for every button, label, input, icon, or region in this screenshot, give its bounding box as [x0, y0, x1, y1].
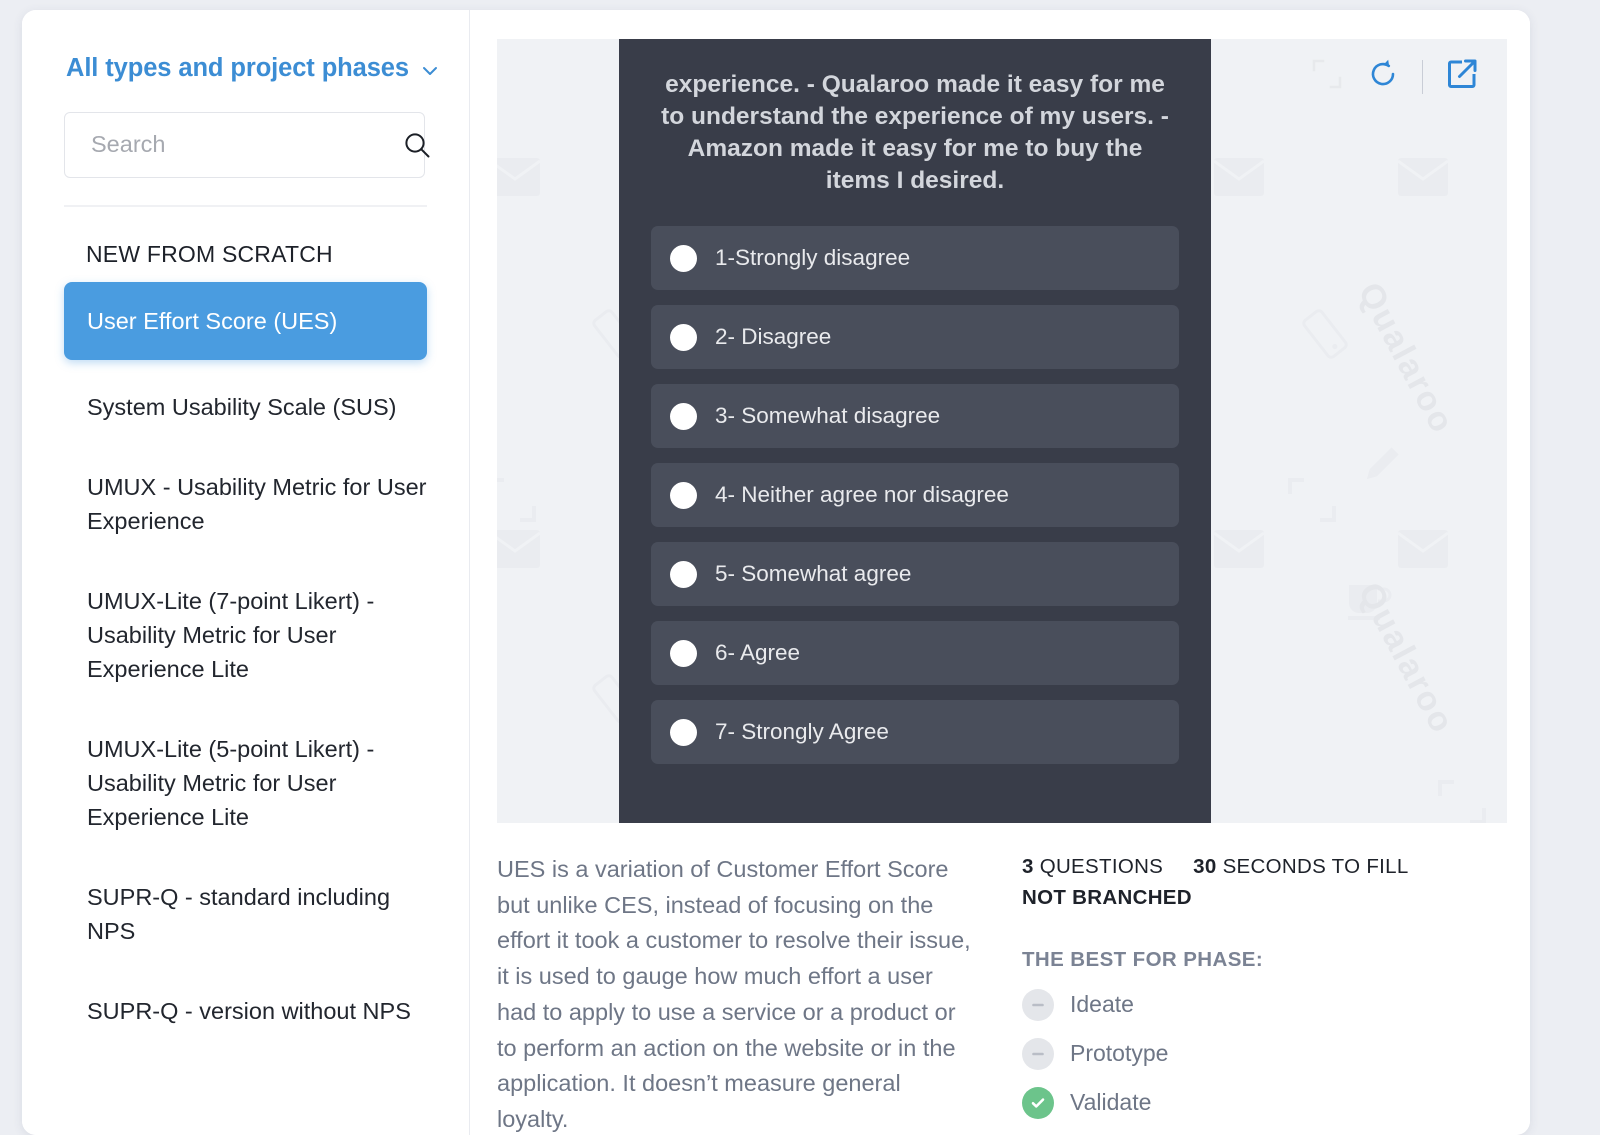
minus-circle-icon: [1022, 1037, 1054, 1070]
phone-watermark-icon: [1295, 304, 1355, 364]
search-input[interactable]: [89, 130, 402, 159]
main-content: Qualaroo Qualaroo experience. - Qualaroo…: [470, 10, 1530, 1135]
radio-button-icon[interactable]: [670, 639, 697, 667]
phase-label: Prototype: [1070, 1040, 1169, 1066]
chevron-down-icon[interactable]: [421, 62, 439, 80]
survey-option-row[interactable]: 5- Somewhat agree: [651, 542, 1179, 607]
phase-list: Ideate Prototype Validate: [1022, 988, 1530, 1119]
template-description: UES is a variation of Customer Effort Sc…: [497, 856, 971, 1133]
survey-option-label: 3- Somewhat disagree: [715, 403, 941, 429]
radio-button-icon[interactable]: [670, 402, 697, 430]
template-list: User Effort Score (UES) System Usability …: [22, 281, 469, 1043]
radio-button-icon[interactable]: [670, 718, 697, 746]
phase-row: Ideate: [1022, 988, 1530, 1021]
survey-option-label: 6- Agree: [715, 640, 801, 666]
corners-watermark-icon: [1287, 477, 1337, 523]
survey-option-row[interactable]: 7- Strongly Agree: [651, 700, 1179, 765]
phase-row: Validate: [1022, 1086, 1530, 1119]
list-item[interactable]: UMUX-Lite (7-point Likert) - Usability M…: [64, 570, 427, 700]
survey-option-row[interactable]: 4- Neither agree nor disagree: [651, 463, 1179, 528]
envelope-watermark-icon: [1397, 529, 1449, 569]
details-section: UES is a variation of Customer Effort Sc…: [470, 830, 1530, 1135]
template-meta: 3 QUESTIONS 30 SECONDS TO FILL NOT BRANC…: [998, 852, 1530, 1135]
survey-question-text: experience. - Qualaroo made it easy for …: [661, 71, 1169, 194]
questions-count: 3: [1022, 855, 1034, 878]
corners-watermark-icon: [497, 477, 537, 523]
minus-circle-icon: [1022, 988, 1054, 1021]
envelope-watermark-icon: [497, 157, 541, 197]
questions-label: QUESTIONS: [1039, 855, 1164, 878]
phase-label: Ideate: [1070, 991, 1134, 1017]
search-box[interactable]: [64, 111, 430, 178]
radio-button-icon[interactable]: [670, 560, 697, 588]
survey-option-label: 7- Strongly Agree: [715, 719, 889, 745]
preview-toolbar: [1310, 57, 1479, 96]
seconds-label: SECONDS TO FILL: [1222, 855, 1409, 878]
list-item[interactable]: System Usability Scale (SUS): [64, 376, 427, 438]
corners-watermark-icon: [1437, 779, 1487, 823]
envelope-watermark-icon: [1213, 157, 1265, 197]
list-item[interactable]: SUPR-Q - version without NPS: [64, 980, 427, 1042]
survey-option-label: 5- Somewhat agree: [715, 561, 912, 587]
radio-button-icon[interactable]: [670, 481, 697, 509]
phase-section-title: THE BEST FOR PHASE:: [1022, 947, 1264, 971]
envelope-watermark-icon: [1397, 157, 1449, 197]
pencil-watermark-icon: [1355, 439, 1407, 491]
envelope-watermark-icon: [1213, 529, 1265, 569]
toolbar-separator: [1422, 59, 1423, 94]
survey-option-label: 1-Strongly disagree: [715, 245, 911, 271]
check-circle-icon: [1022, 1086, 1054, 1119]
open-external-icon[interactable]: [1445, 57, 1479, 96]
app-card: All types and project phases NEW FROM SC…: [22, 10, 1530, 1135]
survey-widget: experience. - Qualaroo made it easy for …: [619, 39, 1211, 823]
brand-watermark-text: Qualaroo: [1350, 576, 1462, 741]
refresh-icon[interactable]: [1366, 57, 1400, 96]
sidebar: All types and project phases NEW FROM SC…: [22, 10, 470, 1135]
survey-option-label: 4- Neither agree nor disagree: [715, 482, 1009, 508]
sidebar-divider: [64, 204, 427, 207]
filter-dropdown[interactable]: All types and project phases: [22, 10, 469, 82]
meta-stats: 3 QUESTIONS 30 SECONDS TO FILL NOT BRANC…: [1022, 852, 1530, 914]
list-item[interactable]: User Effort Score (UES): [64, 281, 427, 360]
survey-option-row[interactable]: 2- Disagree: [651, 305, 1179, 370]
branching-status: NOT BRANCHED: [1022, 885, 1192, 909]
survey-option-label: 2- Disagree: [715, 324, 832, 350]
list-item[interactable]: UMUX - Usability Metric for User Experie…: [64, 456, 427, 552]
radio-button-icon[interactable]: [670, 323, 697, 351]
phase-label: Validate: [1070, 1089, 1152, 1115]
sidebar-group-title: NEW FROM SCRATCH: [86, 240, 333, 267]
survey-option-row[interactable]: 1-Strongly disagree: [651, 226, 1179, 291]
envelope-watermark-icon: [497, 529, 541, 569]
expand-corners-icon[interactable]: [1310, 57, 1344, 96]
phase-row: Prototype: [1022, 1037, 1530, 1070]
survey-option-row[interactable]: 3- Somewhat disagree: [651, 384, 1179, 449]
survey-preview-stage: Qualaroo Qualaroo experience. - Qualaroo…: [497, 39, 1507, 823]
filter-dropdown-label[interactable]: All types and project phases: [66, 55, 409, 82]
survey-options-list: 1-Strongly disagree 2- Disagree 3- Somewha…: [651, 226, 1179, 765]
list-item[interactable]: SUPR-Q - standard including NPS: [64, 866, 427, 962]
brand-watermark-text: Qualaroo: [1350, 276, 1462, 441]
seconds-count: 30: [1193, 855, 1217, 878]
radio-button-icon[interactable]: [670, 244, 697, 272]
search-icon[interactable]: [402, 130, 432, 160]
list-item[interactable]: UMUX-Lite (5-point Likert) - Usability M…: [64, 718, 427, 848]
survey-option-row[interactable]: 6- Agree: [651, 621, 1179, 686]
